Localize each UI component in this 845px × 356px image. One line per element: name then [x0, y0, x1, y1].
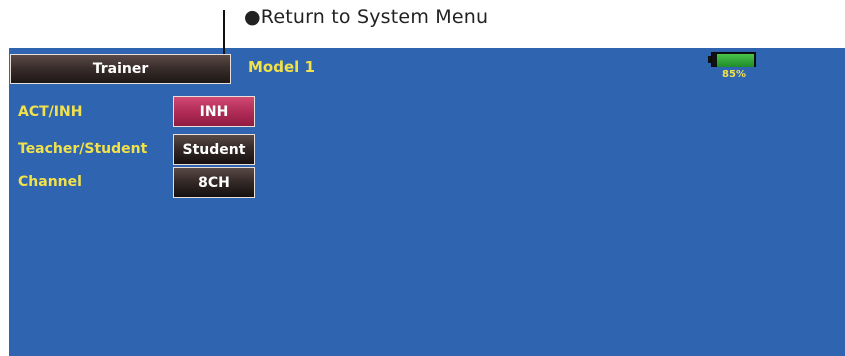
battery-level-fill — [717, 54, 754, 67]
channel-button[interactable]: 8CH — [173, 167, 255, 198]
act-inh-value: INH — [199, 103, 229, 120]
teacher-student-label: Teacher/Student — [18, 141, 148, 157]
act-inh-label: ACT/INH — [18, 104, 83, 120]
act-inh-button[interactable]: INH — [173, 96, 255, 127]
battery-percentage: 85% — [722, 69, 746, 80]
page: ●Return to System Menu Trainer Model 1 8… — [0, 0, 845, 356]
return-to-system-menu-annotation: ●Return to System Menu — [244, 6, 489, 28]
annotation-leader-line — [223, 10, 225, 56]
trainer-title-button[interactable]: Trainer — [10, 54, 231, 84]
battery-body — [711, 52, 756, 67]
battery-icon — [708, 52, 756, 67]
channel-value: 8CH — [198, 174, 230, 191]
teacher-student-button[interactable]: Student — [173, 134, 255, 165]
transmitter-screen — [9, 48, 845, 356]
model-name: Model 1 — [248, 58, 315, 76]
teacher-student-value: Student — [182, 141, 246, 158]
trainer-title-label: Trainer — [92, 61, 149, 77]
channel-label: Channel — [18, 174, 82, 190]
